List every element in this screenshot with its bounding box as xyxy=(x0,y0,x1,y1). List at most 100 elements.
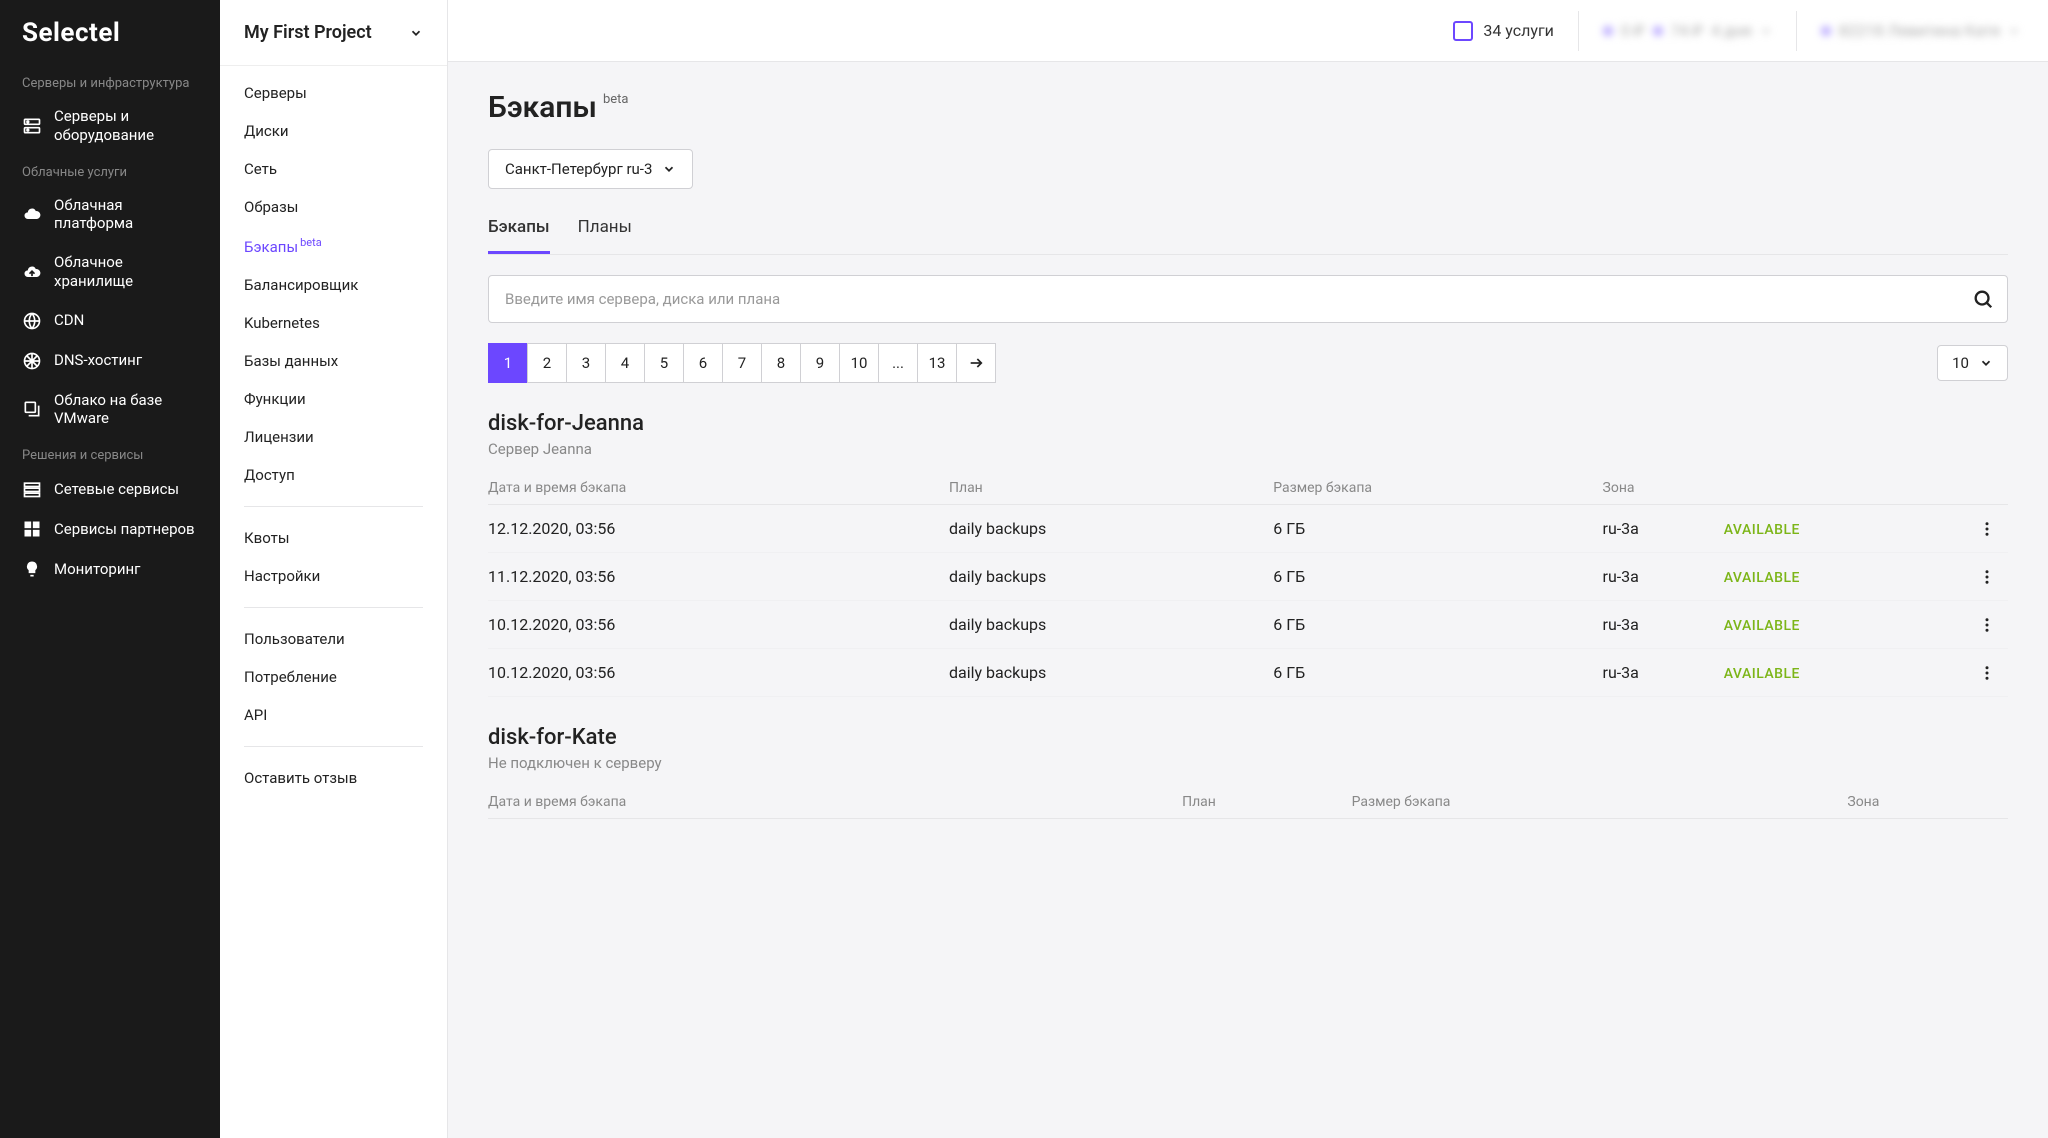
col-header: Зона xyxy=(1603,472,1724,505)
nav-section-header: Решения и сервисы xyxy=(0,438,220,469)
region-selector[interactable]: Санкт-Петербург ru-3 xyxy=(488,149,693,189)
col-header: Размер бэкапа xyxy=(1352,786,1848,819)
page-btn[interactable]: ... xyxy=(878,343,918,383)
row-menu[interactable] xyxy=(1978,505,2008,553)
services-count[interactable]: 34 услуги xyxy=(1453,21,1554,41)
nav-item[interactable]: Сетевые сервисы xyxy=(0,469,220,509)
dots-vertical-icon xyxy=(1978,568,1996,586)
backup-table: Дата и время бэкапаПланРазмер бэкапаЗона… xyxy=(488,472,2008,697)
page-btn[interactable]: 1 xyxy=(488,343,528,383)
nav-label: Облачное хранилище xyxy=(54,253,198,291)
sub-item[interactable]: Лицензии xyxy=(220,418,447,456)
sub-item[interactable]: Kubernetes xyxy=(220,304,447,342)
sub-item[interactable]: API xyxy=(220,696,447,734)
nav-label: Облако на базе VMware xyxy=(54,391,198,429)
page-btn[interactable]: 10 xyxy=(839,343,879,383)
nav-item[interactable]: CDN xyxy=(0,301,220,341)
table-row: 12.12.2020, 03:56daily backups6 ГБru-3aA… xyxy=(488,505,2008,553)
list-icon xyxy=(22,479,42,499)
sub-item[interactable]: Функции xyxy=(220,380,447,418)
region-label: Санкт-Петербург ru-3 xyxy=(505,160,652,178)
page-btn[interactable]: 3 xyxy=(566,343,606,383)
primary-sidebar: Selectel Серверы и инфраструктураСерверы… xyxy=(0,0,220,1138)
row-menu[interactable] xyxy=(1978,553,2008,601)
content: Бэкапы beta Санкт-Петербург ru-3 БэкапыП… xyxy=(448,62,2048,1138)
project-selector[interactable]: My First Project xyxy=(220,0,447,66)
sub-item[interactable]: Сеть xyxy=(220,150,447,188)
cell-status: AVAILABLE xyxy=(1724,601,1978,649)
page-btn[interactable]: 6 xyxy=(683,343,723,383)
stack-icon xyxy=(22,399,42,419)
cell-status: AVAILABLE xyxy=(1724,553,1978,601)
arrow-right-icon xyxy=(968,355,984,371)
sub-item[interactable]: Настройки xyxy=(220,557,447,595)
nav-label: Мониторинг xyxy=(54,560,140,579)
tab[interactable]: Бэкапы xyxy=(488,217,550,254)
page-btn[interactable]: 5 xyxy=(644,343,684,383)
nav-item[interactable]: Облачная платформа xyxy=(0,186,220,244)
sub-item[interactable]: Оставить отзыв xyxy=(220,759,447,797)
sub-item[interactable]: Пользователи xyxy=(220,620,447,658)
balance-widget[interactable]: 0 ₽ 74 ₽ 4 дня xyxy=(1603,21,1772,40)
nav-section-header: Облачные услуги xyxy=(0,155,220,186)
sub-item[interactable]: Базы данных xyxy=(220,342,447,380)
page-btn[interactable]: 7 xyxy=(722,343,762,383)
nav-label: DNS-хостинг xyxy=(54,351,142,370)
row-menu[interactable] xyxy=(1978,601,2008,649)
cell-date: 10.12.2020, 03:56 xyxy=(488,649,949,697)
globe-icon xyxy=(22,311,42,331)
sub-item[interactable]: Доступ xyxy=(220,456,447,494)
page-btn[interactable]: 8 xyxy=(761,343,801,383)
sub-item[interactable]: Серверы xyxy=(220,74,447,112)
page-btn[interactable]: 13 xyxy=(917,343,957,383)
page-btn[interactable]: 2 xyxy=(527,343,567,383)
nav-item[interactable]: Мониторинг xyxy=(0,549,220,589)
cell-zone: ru-3a xyxy=(1603,601,1724,649)
sub-item[interactable]: Образы xyxy=(220,188,447,226)
nav-item[interactable]: Облачное хранилище xyxy=(0,243,220,301)
account-menu[interactable]: 82218 Левитина Катя xyxy=(1821,21,2020,40)
sub-item[interactable]: Диски xyxy=(220,112,447,150)
sub-item[interactable]: Балансировщик xyxy=(220,266,447,304)
search-input[interactable] xyxy=(488,275,2008,323)
checkbox-icon xyxy=(1453,21,1473,41)
page-btn[interactable]: 9 xyxy=(800,343,840,383)
topbar: 34 услуги 0 ₽ 74 ₽ 4 дня 82218 Левитина … xyxy=(448,0,2048,62)
project-name: My First Project xyxy=(244,22,372,43)
sub-item-active[interactable]: Бэкапыbeta xyxy=(220,226,447,266)
bulb-icon xyxy=(22,559,42,579)
page-btn[interactable]: 4 xyxy=(605,343,645,383)
col-header: План xyxy=(1182,786,1352,819)
cell-date: 10.12.2020, 03:56 xyxy=(488,601,949,649)
sub-item[interactable]: Потребление xyxy=(220,658,447,696)
tab[interactable]: Планы xyxy=(578,217,632,254)
tabs: Бэкапы Планы xyxy=(488,217,2008,255)
divider xyxy=(1796,11,1797,51)
nav-item[interactable]: Облако на базе VMware xyxy=(0,381,220,439)
col-header: План xyxy=(949,472,1273,505)
pager-row: 12345678910...13 10 xyxy=(488,343,2008,383)
cell-date: 12.12.2020, 03:56 xyxy=(488,505,949,553)
backup-table: Дата и время бэкапаПланРазмер бэкапаЗона xyxy=(488,786,2008,819)
nav-label: Облачная платформа xyxy=(54,196,198,234)
search-icon[interactable] xyxy=(1972,288,1994,310)
nav-item[interactable]: Серверы и оборудование xyxy=(0,97,220,155)
cell-date: 11.12.2020, 03:56 xyxy=(488,553,949,601)
nav-item[interactable]: DNS-хостинг xyxy=(0,341,220,381)
dot-icon xyxy=(1653,26,1663,36)
cloud-icon xyxy=(22,204,42,224)
dots-vertical-icon xyxy=(1978,616,1996,634)
dots-vertical-icon xyxy=(1978,520,1996,538)
nav-label: CDN xyxy=(54,311,84,330)
logo: Selectel xyxy=(0,0,220,66)
cell-zone: ru-3a xyxy=(1603,505,1724,553)
nav-label: Сетевые сервисы xyxy=(54,480,179,499)
balance2: 74 ₽ xyxy=(1671,21,1704,40)
page-next[interactable] xyxy=(956,343,996,383)
sub-item[interactable]: Квоты xyxy=(220,519,447,557)
cell-status: AVAILABLE xyxy=(1724,649,1978,697)
per-page-selector[interactable]: 10 xyxy=(1937,345,2008,381)
nav-item[interactable]: Сервисы партнеров xyxy=(0,509,220,549)
row-menu[interactable] xyxy=(1978,649,2008,697)
per-page-value: 10 xyxy=(1952,354,1969,372)
